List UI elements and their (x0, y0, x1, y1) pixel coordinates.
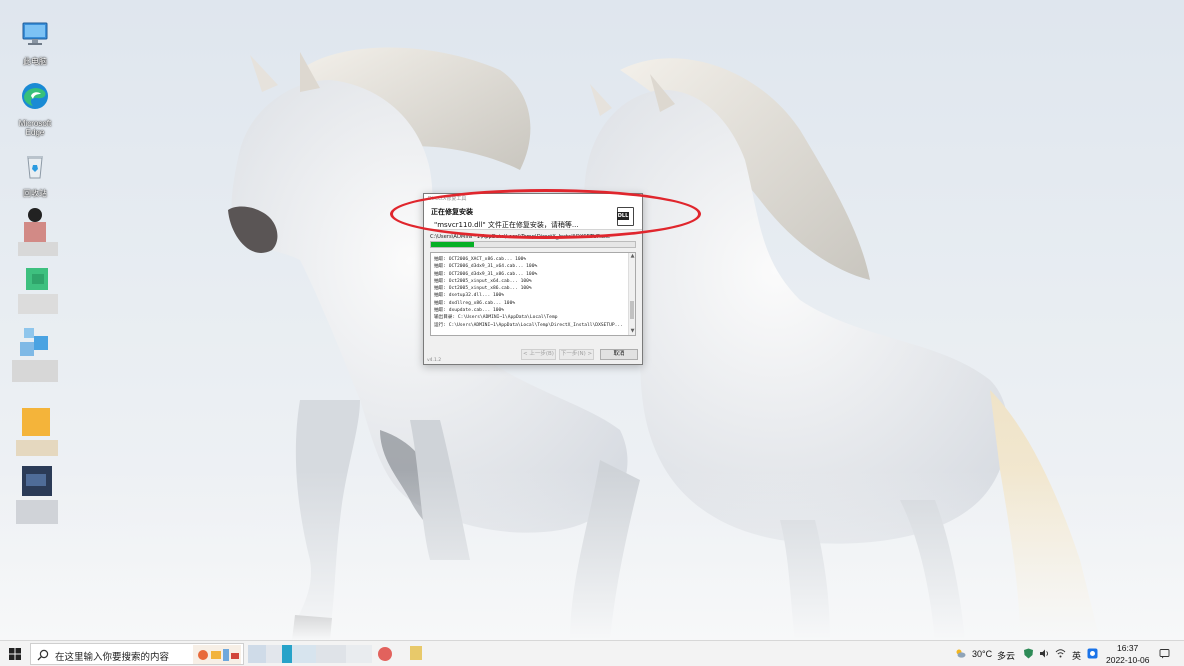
log-line: 抽取: Oct2005_xinput_x86.cab... 100% (434, 286, 532, 292)
desktop-icon-label: 此电脑 (23, 57, 47, 66)
install-log[interactable]: 抽取: OCT2006_XACT_x86.cab... 100% 抽取: OCT2… (430, 252, 636, 336)
edge-icon (22, 83, 48, 109)
log-line: 抽取: OCT2006_d3dx9_31_x86.cab... 100% (434, 271, 538, 277)
taskbar-app-icon[interactable] (316, 645, 346, 663)
volume-icon[interactable] (1039, 648, 1050, 659)
blurred-desktop-icon[interactable] (18, 268, 58, 316)
computer-icon (22, 22, 48, 45)
log-line: 抽取: dsetup32.dll... 100% (434, 293, 505, 299)
progress-bar (430, 241, 636, 248)
weather-temperature[interactable]: 30°C (972, 649, 992, 659)
log-line: 抽取: OCT2006_d3dx9_31_x64.cab... 100% (434, 264, 538, 270)
taskbar-app-icon[interactable] (282, 645, 292, 663)
blurred-desktop-icon[interactable] (12, 326, 58, 384)
log-line: 输出目录: C:\Users\ADMINI~1\AppData\Local\Te… (434, 315, 558, 321)
cancel-button[interactable]: 取消 (600, 349, 638, 360)
next-button[interactable]: 下一步(N) > (559, 349, 594, 360)
desktop-icon-this-pc[interactable]: 此电脑 (10, 18, 60, 66)
search-highlight-icon (193, 645, 241, 664)
blurred-desktop-icon[interactable] (18, 208, 58, 258)
network-wifi-icon[interactable] (1055, 648, 1066, 659)
security-shield-icon[interactable] (1023, 648, 1034, 659)
desktop-icon-recycle-bin[interactable]: 回收站 (10, 150, 60, 198)
log-line: 抽取: OCT2006_XACT_x86.cab... 100% (434, 257, 527, 262)
search-icon (37, 649, 49, 661)
taskbar-app-icon[interactable] (248, 645, 266, 663)
log-line: 抽取: dxupdate.cab... 100% (434, 308, 505, 314)
log-line: 运行: C:\Users\ADMINI~1\AppData\Local\Temp… (434, 322, 623, 328)
desktop-icon-label: Microsoft Edge (18, 119, 52, 137)
scroll-thumb[interactable] (630, 301, 634, 319)
blurred-desktop-icon[interactable] (16, 466, 58, 526)
scroll-up-icon[interactable]: ▲ (629, 253, 635, 260)
taskbar: 在这里输入你要搜索的内容 30°C 多云 英 16:37 2022-10-06 (0, 640, 1184, 666)
weather-description[interactable]: 多云 (997, 649, 1015, 662)
log-line: 抽取: Oct2005_xinput_x64.cab... 100% (434, 278, 532, 284)
desktop-icon-edge[interactable]: Microsoft Edge (10, 80, 60, 137)
log-lines: 抽取: OCT2006_XACT_x86.cab... 100% 抽取: OCT2… (434, 256, 627, 329)
red-annotation-ellipse (390, 189, 701, 239)
taskbar-search-box[interactable]: 在这里输入你要搜索的内容 (30, 643, 244, 665)
taskbar-app-icon[interactable] (292, 645, 316, 663)
taskbar-app-icon[interactable] (378, 647, 392, 661)
blurred-desktop-icon[interactable] (16, 404, 58, 456)
back-button[interactable]: < 上一步(B) (521, 349, 556, 360)
dialog-version: v4.1.2 (427, 358, 442, 363)
scroll-down-icon[interactable]: ▼ (629, 328, 635, 335)
input-method-indicator[interactable]: 英 (1072, 649, 1081, 662)
desktop-icon-label: 回收站 (23, 189, 47, 198)
taskbar-app-icon[interactable] (346, 645, 372, 663)
taskbar-app-icon[interactable] (266, 645, 282, 663)
clock-time[interactable]: 16:37 (1117, 643, 1138, 653)
taskbar-app-icon[interactable] (410, 646, 422, 660)
notification-icon[interactable] (1159, 648, 1170, 659)
log-line: 抽取: dxdllreg_x86.cab... 100% (434, 300, 516, 306)
recycle-bin-icon (27, 156, 43, 179)
app-tray-icon[interactable] (1087, 648, 1098, 659)
progress-fill (431, 242, 474, 247)
windows-start-icon[interactable] (0, 641, 30, 666)
clock-date[interactable]: 2022-10-06 (1106, 655, 1149, 665)
weather-cloudy-icon[interactable] (955, 648, 966, 659)
search-placeholder: 在这里输入你要搜索的内容 (55, 652, 170, 663)
log-scrollbar[interactable]: ▲ ▼ (628, 253, 635, 335)
